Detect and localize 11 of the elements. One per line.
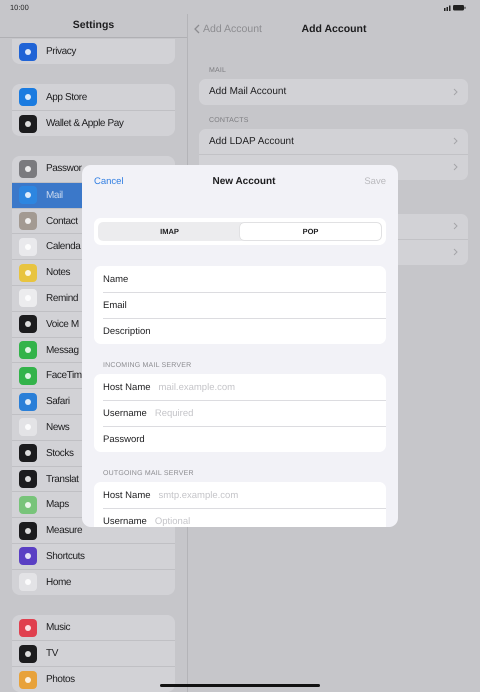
field-label: Name — [103, 274, 128, 284]
modal-title: New Account — [212, 176, 276, 186]
sidebar-title: Settings — [72, 19, 114, 32]
field-label: Password — [103, 434, 145, 445]
detail-title: Add Account — [302, 22, 366, 34]
field-label: Email — [103, 300, 127, 311]
field-label: Username — [103, 516, 147, 527]
field-label: Description — [103, 326, 151, 337]
field-label: Host Name — [103, 382, 151, 392]
field-label: Username — [103, 408, 147, 419]
field-label: Host Name — [103, 490, 151, 500]
